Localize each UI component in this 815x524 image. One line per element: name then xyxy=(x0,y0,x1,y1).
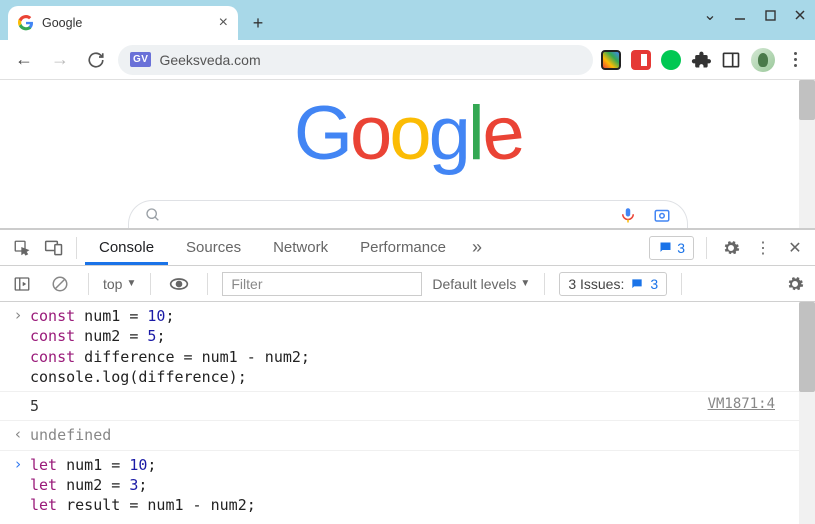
minimize-button[interactable] xyxy=(731,6,749,24)
console-sidebar-toggle-icon[interactable] xyxy=(8,270,36,298)
tab-title: Google xyxy=(42,16,82,30)
search-box[interactable] xyxy=(128,200,688,228)
more-tabs-icon[interactable]: » xyxy=(464,237,490,258)
messages-badge[interactable]: 3 xyxy=(649,236,694,260)
log-value: 5 xyxy=(30,396,708,416)
inspect-element-icon[interactable] xyxy=(8,234,36,262)
maximize-button[interactable] xyxy=(761,6,779,24)
input-chevron-icon: › xyxy=(6,455,30,516)
image-search-icon[interactable] xyxy=(653,206,671,224)
browser-menu-icon[interactable] xyxy=(785,52,805,67)
extension-1-icon[interactable] xyxy=(601,50,621,70)
devtools-panel: Console Sources Network Performance » 3 … xyxy=(0,228,815,524)
console-return-row: ‹ undefined xyxy=(0,421,815,450)
input-chevron-icon: › xyxy=(6,306,30,387)
live-expression-icon[interactable] xyxy=(165,270,193,298)
close-tab-icon[interactable]: × xyxy=(219,14,228,32)
filter-input[interactable] xyxy=(222,272,422,296)
google-favicon xyxy=(18,15,34,31)
reload-button[interactable] xyxy=(82,46,110,74)
sidepanel-icon[interactable] xyxy=(721,50,741,70)
output-chevron-icon: ‹ xyxy=(6,425,30,445)
code-block: const num1 = 10; const num2 = 5; const d… xyxy=(30,306,795,387)
tab-console[interactable]: Console xyxy=(85,231,168,265)
tab-sources[interactable]: Sources xyxy=(172,231,255,264)
site-badge: GV xyxy=(130,52,151,67)
search-icon xyxy=(145,207,161,223)
console-output[interactable]: › const num1 = 10; const num2 = 5; const… xyxy=(0,302,815,524)
console-settings-icon[interactable] xyxy=(783,272,807,296)
search-tabs-icon[interactable]: ⌄ xyxy=(701,6,719,24)
browser-tab[interactable]: Google × xyxy=(8,6,238,40)
log-levels-selector[interactable]: Default levels ▼ xyxy=(432,276,530,292)
console-toolbar: top ▼ Default levels ▼ 3 Issues: 3 xyxy=(0,266,815,302)
settings-icon[interactable] xyxy=(719,236,743,260)
extensions-menu-icon[interactable] xyxy=(691,50,711,70)
console-scrollbar[interactable] xyxy=(799,302,815,524)
browser-toolbar: ← → GV Geeksveda.com xyxy=(0,40,815,80)
extension-icons xyxy=(601,48,805,72)
back-button[interactable]: ← xyxy=(10,46,38,74)
log-source-link[interactable]: VM1871:4 xyxy=(708,396,795,416)
extension-3-icon[interactable] xyxy=(661,50,681,70)
tab-performance[interactable]: Performance xyxy=(346,231,460,264)
address-bar[interactable]: GV Geeksveda.com xyxy=(118,45,593,75)
forward-button[interactable]: → xyxy=(46,46,74,74)
devtools-tabbar: Console Sources Network Performance » 3 … xyxy=(0,230,815,266)
extension-2-icon[interactable] xyxy=(631,50,651,70)
tab-network[interactable]: Network xyxy=(259,231,342,264)
console-input-block: › let num1 = 10; let num2 = 3; let resul… xyxy=(0,451,815,520)
device-toggle-icon[interactable] xyxy=(40,234,68,262)
context-selector[interactable]: top ▼ xyxy=(103,276,136,292)
console-input-block: › const num1 = 10; const num2 = 5; const… xyxy=(0,302,815,392)
devtools-menu-icon[interactable]: ⋮ xyxy=(751,236,775,260)
page-scrollbar[interactable] xyxy=(799,80,815,228)
address-text: Geeksveda.com xyxy=(159,52,260,68)
devtools-close-icon[interactable]: ✕ xyxy=(783,236,807,260)
profile-avatar[interactable] xyxy=(751,48,775,72)
google-logo: Google xyxy=(0,80,815,177)
voice-search-icon[interactable] xyxy=(619,206,637,224)
window-controls: ⌄ xyxy=(701,6,809,24)
issues-button[interactable]: 3 Issues: 3 xyxy=(559,272,667,296)
browser-titlebar: Google × + ⌄ xyxy=(0,0,815,40)
return-value: undefined xyxy=(30,425,795,445)
page-content: Google xyxy=(0,80,815,228)
console-log-row: 5 VM1871:4 xyxy=(0,392,815,421)
close-window-button[interactable] xyxy=(791,6,809,24)
clear-console-icon[interactable] xyxy=(46,270,74,298)
code-block: let num1 = 10; let num2 = 3; let result … xyxy=(30,455,795,516)
new-tab-button[interactable]: + xyxy=(244,9,272,37)
